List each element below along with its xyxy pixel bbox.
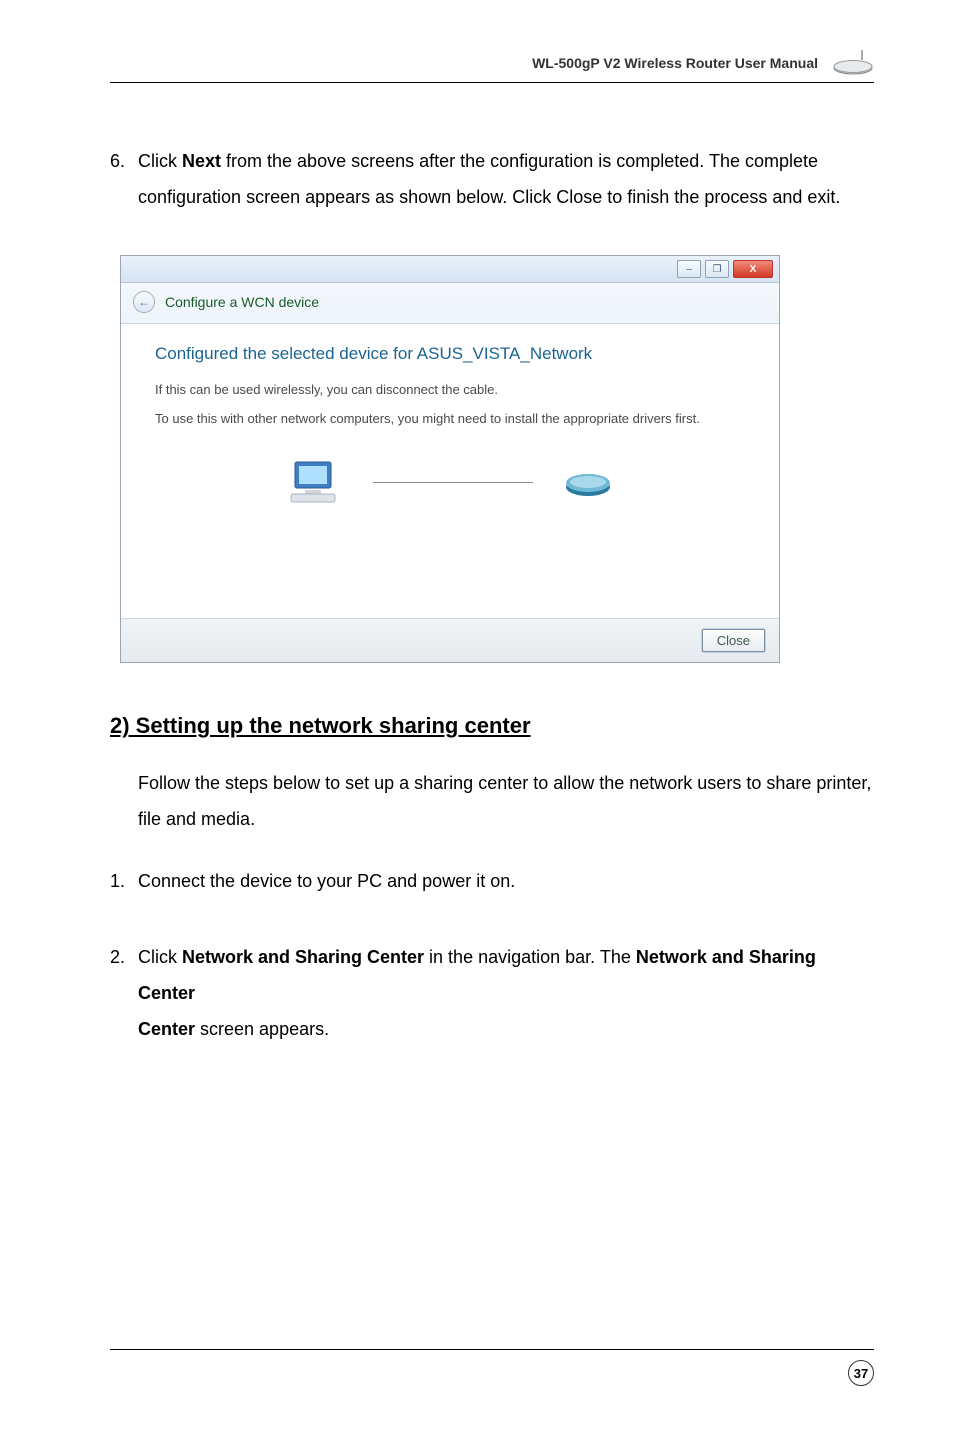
minimize-button[interactable]: – (677, 260, 701, 278)
back-arrow-icon: ← (138, 295, 150, 309)
maximize-button[interactable]: ❐ (705, 260, 729, 278)
router-icon (832, 50, 874, 76)
computer-icon (287, 456, 343, 508)
window-title-bar: – ❐ X (121, 256, 779, 283)
manual-title: WL-500gP V2 Wireless Router User Manual (532, 55, 818, 71)
dialog-body: Configured the selected device for ASUS_… (121, 324, 779, 618)
dialog-heading: Configured the selected device for ASUS_… (155, 344, 745, 364)
step-text: Click Next from the above screens after … (138, 143, 874, 179)
dialog-paragraph-1: If this can be used wirelessly, you can … (155, 382, 745, 397)
step-1: 1. Connect the device to your PC and pow… (110, 863, 874, 899)
connection-diagram (155, 456, 745, 508)
close-button[interactable]: Close (702, 629, 765, 652)
dialog-paragraph-2: To use this with other network computers… (155, 411, 745, 426)
step-2: 2. Click Network and Sharing Center in t… (110, 939, 874, 1047)
section-intro: Follow the steps below to set up a shari… (110, 765, 874, 837)
back-button[interactable]: ← (133, 291, 155, 313)
maximize-icon: ❐ (713, 264, 722, 275)
window-subheader: ← Configure a WCN device (121, 283, 779, 324)
step-text-cont: Network and Sharing CenterCenter screen … (110, 1011, 874, 1047)
step-number: 1. (110, 863, 138, 899)
step-6: 6. Click Next from the above screens aft… (110, 143, 874, 215)
device-icon (563, 465, 613, 499)
step-text: Connect the device to your PC and power … (138, 863, 874, 899)
section-heading: 2) Setting up the network sharing center (110, 713, 874, 739)
page-footer: 37 (110, 1349, 874, 1386)
window-close-button[interactable]: X (733, 260, 773, 278)
step-text-cont: configuration screen appears as shown be… (110, 179, 874, 215)
step-number: 2. (110, 939, 138, 1011)
document-page: WL-500gP V2 Wireless Router User Manual … (0, 0, 954, 1432)
dialog-screenshot: – ❐ X ← Configure a WCN device Configure… (120, 255, 780, 663)
window-title-text: Configure a WCN device (165, 294, 319, 310)
connection-line (373, 482, 533, 483)
step-number: 6. (110, 143, 138, 179)
step-text: Click Network and Sharing Center in the … (138, 939, 874, 1011)
dialog-footer: Close (121, 618, 779, 662)
page-header: WL-500gP V2 Wireless Router User Manual (110, 50, 874, 83)
page-number: 37 (848, 1360, 874, 1386)
minimize-icon: – (686, 264, 692, 275)
close-icon: X (750, 264, 757, 275)
